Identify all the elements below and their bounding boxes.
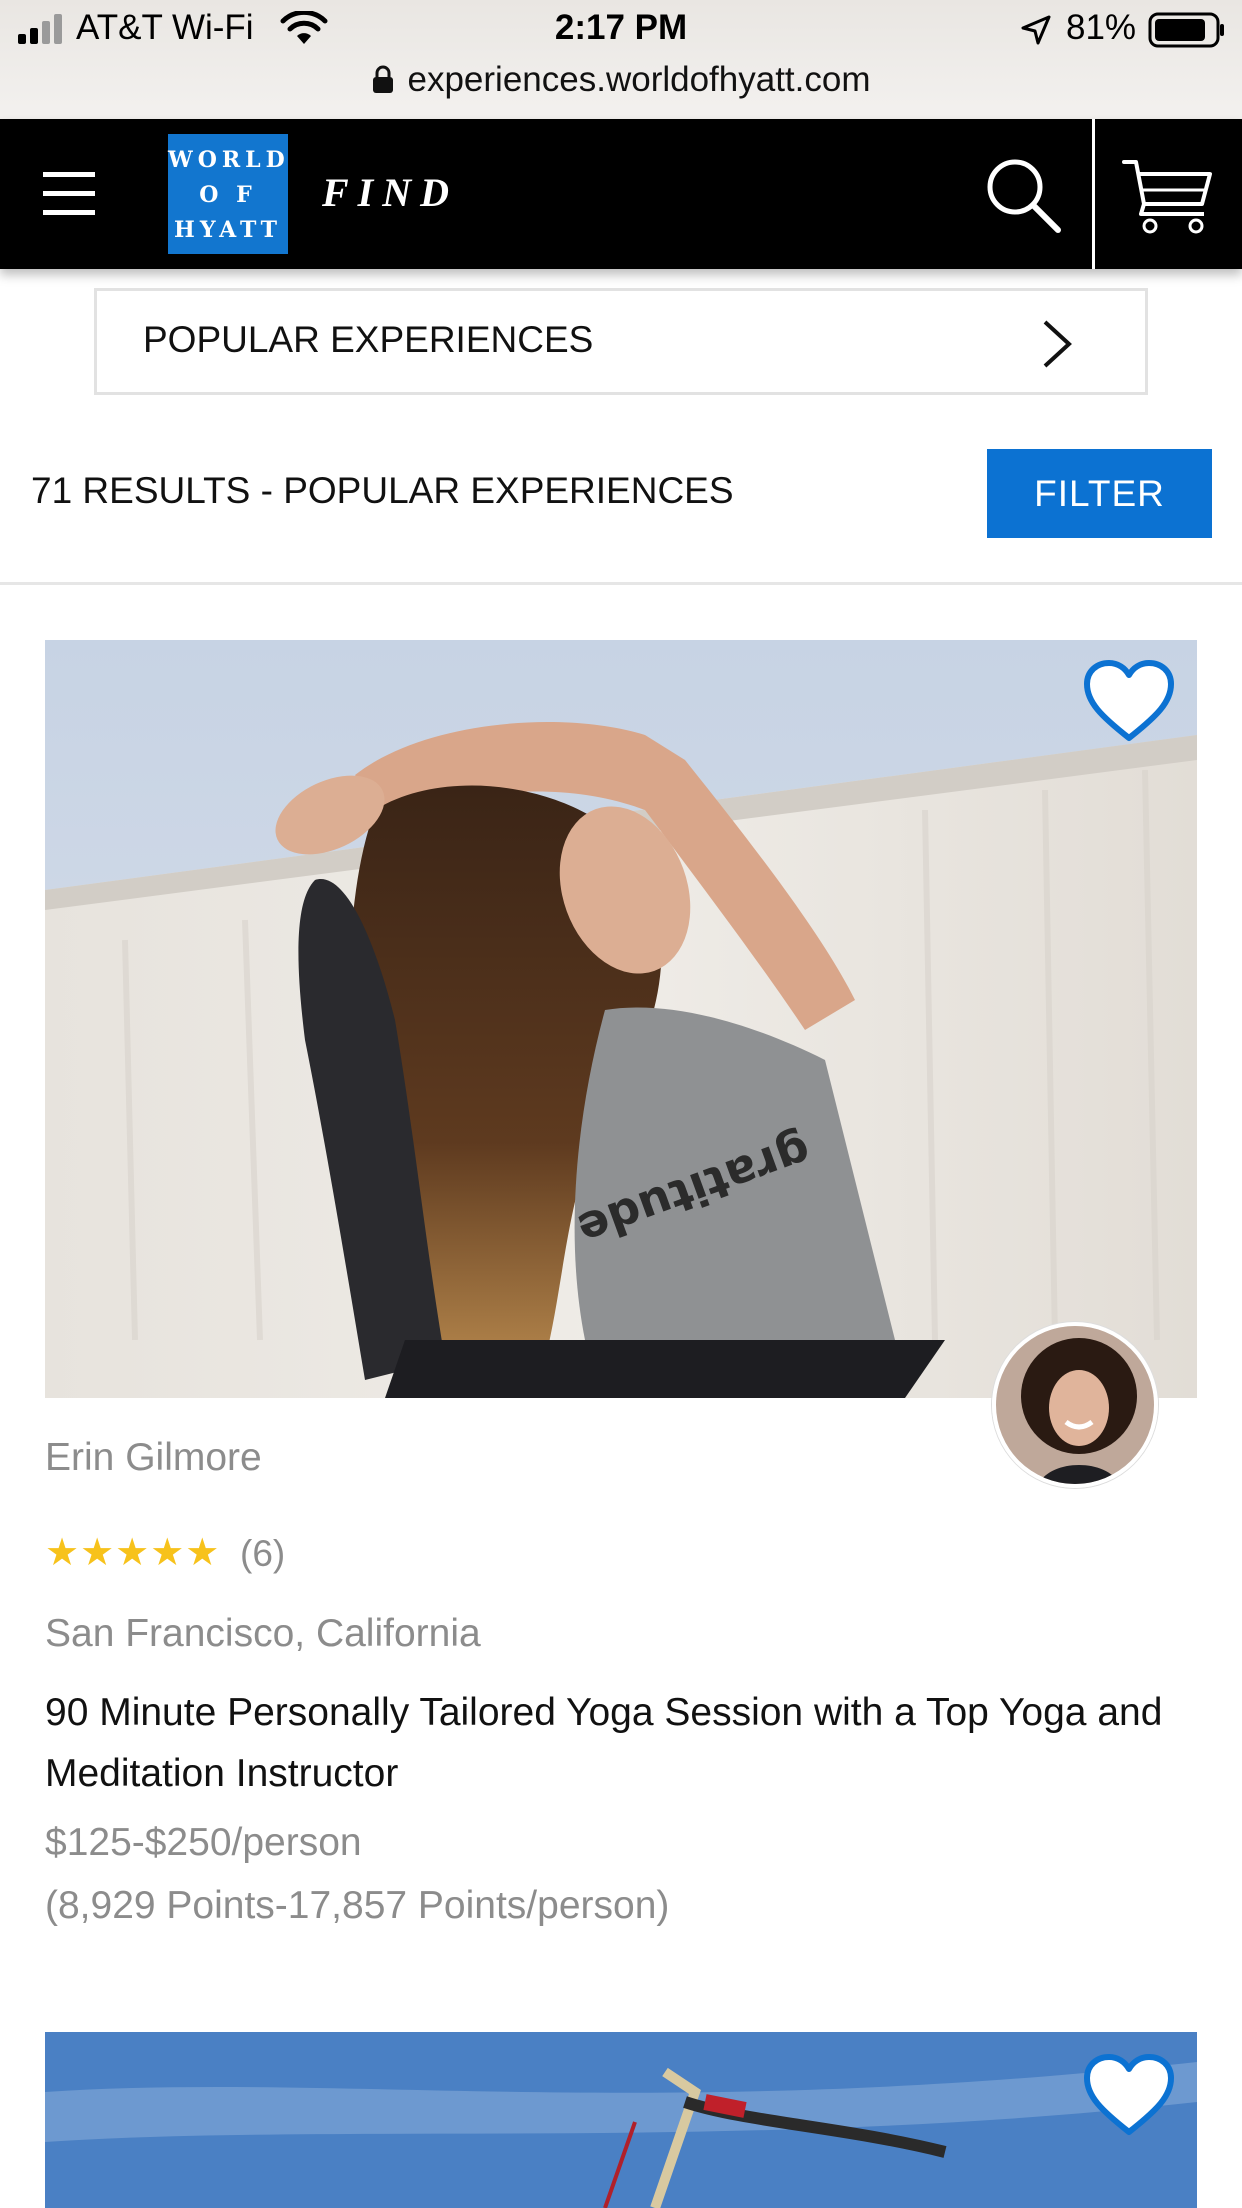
header-divider xyxy=(1092,119,1095,269)
menu-icon[interactable] xyxy=(43,172,95,216)
divider xyxy=(0,582,1242,585)
experience-image[interactable]: gratitude xyxy=(45,640,1197,1398)
world-of-hyatt-logo[interactable]: WORLD O F HYATT xyxy=(168,134,288,254)
star-rating: ★★★★★ xyxy=(45,1532,221,1574)
favorite-heart-icon[interactable] xyxy=(1081,2052,1177,2140)
status-time: 2:17 PM xyxy=(554,8,688,47)
favorite-heart-icon[interactable] xyxy=(1081,658,1177,746)
experience-points-price: (8,929 Points-17,857 Points/person) xyxy=(45,1884,670,1927)
chevron-right-icon xyxy=(1043,320,1072,368)
url-text: experiences.worldofhyatt.com xyxy=(407,60,871,99)
status-bar: AT&T Wi-Fi 2:17 PM 81% xyxy=(0,0,1242,62)
results-count: 71 RESULTS - POPULAR EXPERIENCES xyxy=(31,470,734,511)
logo-line-1: WORLD xyxy=(168,147,290,173)
kite-photo xyxy=(45,2032,1197,2208)
cart-icon[interactable] xyxy=(1122,156,1214,236)
host-avatar[interactable] xyxy=(992,1322,1158,1488)
category-label: POPULAR EXPERIENCES xyxy=(143,319,594,360)
yoga-photo: gratitude xyxy=(45,640,1197,1398)
location-arrow-icon xyxy=(1021,15,1051,45)
logo-line-3: HYATT xyxy=(174,217,282,243)
host-photo xyxy=(996,1326,1154,1484)
review-count: (6) xyxy=(240,1533,286,1574)
experience-price: $125-$250/person xyxy=(45,1821,362,1864)
site-header: WORLD O F HYATT FIND xyxy=(0,119,1242,269)
battery-percentage: 81% xyxy=(1066,8,1137,47)
experience-image[interactable] xyxy=(45,2032,1197,2208)
filter-button[interactable]: FILTER xyxy=(987,449,1212,538)
search-icon[interactable] xyxy=(984,156,1062,234)
lock-icon xyxy=(372,65,393,93)
experience-title[interactable]: 90 Minute Personally Tailored Yoga Sessi… xyxy=(45,1682,1205,1804)
battery-icon xyxy=(1148,12,1224,48)
host-name[interactable]: Erin Gilmore xyxy=(45,1436,262,1480)
logo-line-2: O F xyxy=(199,182,257,208)
category-selector[interactable]: POPULAR EXPERIENCES xyxy=(94,288,1148,395)
find-label: FIND xyxy=(322,170,459,215)
browser-chrome: AT&T Wi-Fi 2:17 PM 81% experiences.world… xyxy=(0,0,1242,119)
experience-location: San Francisco, California xyxy=(45,1612,481,1655)
address-bar[interactable]: experiences.worldofhyatt.com xyxy=(0,60,1242,110)
